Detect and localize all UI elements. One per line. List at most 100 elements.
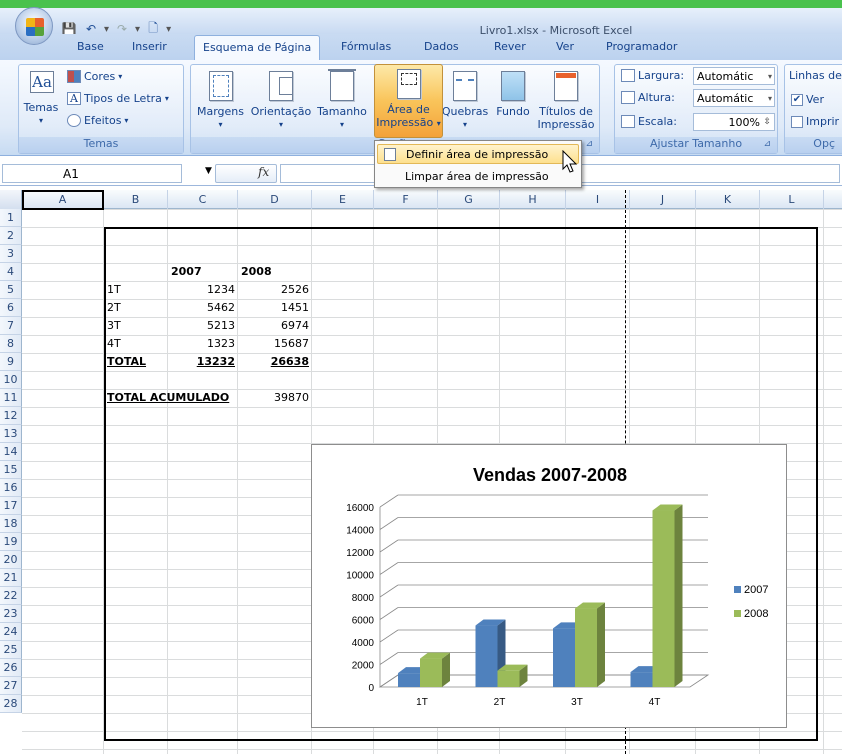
row-header-7[interactable]: 7 <box>0 317 22 335</box>
cell-c9[interactable]: 13232 <box>168 353 238 371</box>
x-tick-label: 2T <box>494 697 506 708</box>
selected-cell-a1[interactable] <box>22 190 104 210</box>
column-header-f[interactable]: F <box>374 190 438 209</box>
cell-b9[interactable]: TOTAL <box>104 353 168 371</box>
cell-d11[interactable]: 39870 <box>238 389 312 407</box>
cell-c5[interactable]: 1234 <box>168 281 238 299</box>
insert-function-icon[interactable]: fx <box>258 165 269 179</box>
row-header-24[interactable]: 24 <box>0 623 22 641</box>
cell-c4[interactable]: 2007 <box>168 263 238 281</box>
cell-b7[interactable]: 3T <box>104 317 168 335</box>
largura-select[interactable]: Automátic ▾ <box>693 67 775 85</box>
altura-select[interactable]: Automátic ▾ <box>693 89 775 107</box>
legend-swatch-2008 <box>734 610 741 617</box>
checkbox-unchecked-icon <box>791 115 803 128</box>
tab-base[interactable]: Base <box>77 40 104 53</box>
titulos-de-impressao-button[interactable]: Títulos de Impressão <box>535 69 597 131</box>
cell-d9[interactable]: 26638 <box>238 353 312 371</box>
cell-c7[interactable]: 5213 <box>168 317 238 335</box>
cell-b6[interactable]: 2T <box>104 299 168 317</box>
escala-stepper[interactable]: 100% ⇳ <box>693 113 775 131</box>
name-box[interactable]: A1 <box>2 164 182 183</box>
row-header-12[interactable]: 12 <box>0 407 22 425</box>
column-header-i[interactable]: I <box>566 190 630 209</box>
row-header-22[interactable]: 22 <box>0 587 22 605</box>
row-header-21[interactable]: 21 <box>0 569 22 587</box>
row-header-17[interactable]: 17 <box>0 497 22 515</box>
row-header-1[interactable]: 1 <box>0 209 22 227</box>
name-box-dropdown-icon[interactable]: ▼ <box>205 166 212 176</box>
select-all-corner[interactable] <box>0 190 22 209</box>
temas-button[interactable]: Aa Temas ▾ <box>21 69 61 127</box>
cell-b8[interactable]: 4T <box>104 335 168 353</box>
ribbon-tabs: Base Inserir Esquema de Página Fórmulas … <box>0 34 842 61</box>
cell-c8[interactable]: 1323 <box>168 335 238 353</box>
row-header-18[interactable]: 18 <box>0 515 22 533</box>
row-header-9[interactable]: 9 <box>0 353 22 371</box>
row-header-26[interactable]: 26 <box>0 659 22 677</box>
tab-ver[interactable]: Ver <box>556 40 574 53</box>
tab-esquema-de-pagina[interactable]: Esquema de Página <box>194 35 321 61</box>
menu-item-limpar-area[interactable]: Limpar área de impressão <box>377 166 579 186</box>
column-header-c[interactable]: C <box>168 190 238 209</box>
quebras-button[interactable]: Quebras ▾ <box>439 69 491 131</box>
cell-d7[interactable]: 6974 <box>238 317 312 335</box>
office-button[interactable] <box>15 7 53 45</box>
row-header-16[interactable]: 16 <box>0 479 22 497</box>
column-header-k[interactable]: K <box>696 190 760 209</box>
column-header-h[interactable]: H <box>500 190 566 209</box>
row-header-14[interactable]: 14 <box>0 443 22 461</box>
y-tick-label: 4000 <box>352 638 375 649</box>
cell-b5[interactable]: 1T <box>104 281 168 299</box>
tab-dados[interactable]: Dados <box>424 40 459 53</box>
chart[interactable]: Vendas 2007-2008 0 2000 4000 6000 8000 10000 12… <box>311 444 787 728</box>
tab-formulas[interactable]: Fórmulas <box>341 40 391 53</box>
column-header-d[interactable]: D <box>238 190 312 209</box>
column-header-e[interactable]: E <box>312 190 374 209</box>
row-header-10[interactable]: 10 <box>0 371 22 389</box>
row-header-6[interactable]: 6 <box>0 299 22 317</box>
area-de-impressao-button[interactable]: Área de Impressão ▾ <box>374 64 443 138</box>
column-header-g[interactable]: G <box>438 190 500 209</box>
cell-d5[interactable]: 2526 <box>238 281 312 299</box>
row-header-8[interactable]: 8 <box>0 335 22 353</box>
ver-checkbox[interactable]: ✔ Ver <box>791 93 824 106</box>
tab-rever[interactable]: Rever <box>494 40 526 53</box>
row-header-27[interactable]: 27 <box>0 677 22 695</box>
tab-inserir[interactable]: Inserir <box>132 40 167 53</box>
cell-d8[interactable]: 15687 <box>238 335 312 353</box>
cell-c6[interactable]: 5462 <box>168 299 238 317</box>
column-header-l[interactable]: L <box>760 190 824 209</box>
row-header-28[interactable]: 28 <box>0 695 22 713</box>
dialog-launcher-icon[interactable]: ⊿ <box>585 139 593 149</box>
row-header-4[interactable]: 4 <box>0 263 22 281</box>
row-header-13[interactable]: 13 <box>0 425 22 443</box>
imprimir-checkbox[interactable]: Imprir <box>791 115 839 128</box>
dialog-launcher-icon[interactable]: ⊿ <box>763 139 771 149</box>
bar-2007-4T <box>630 672 653 687</box>
efeitos-button[interactable]: Efeitos ▾ <box>67 114 128 127</box>
menu-item-definir-area[interactable]: Definir área de impressão <box>377 144 579 164</box>
row-header-5[interactable]: 5 <box>0 281 22 299</box>
row-header-20[interactable]: 20 <box>0 551 22 569</box>
row-header-23[interactable]: 23 <box>0 605 22 623</box>
tipos-de-letra-button[interactable]: A Tipos de Letra ▾ <box>67 92 169 105</box>
fundo-button[interactable]: Fundo <box>491 69 535 118</box>
cores-button[interactable]: Cores ▾ <box>67 70 122 83</box>
cell-d6[interactable]: 1451 <box>238 299 312 317</box>
orientacao-button[interactable]: Orientação ▾ <box>248 69 314 131</box>
row-header-2[interactable]: 2 <box>0 227 22 245</box>
grid-vline <box>823 209 824 754</box>
row-header-11[interactable]: 11 <box>0 389 22 407</box>
row-header-25[interactable]: 25 <box>0 641 22 659</box>
row-header-3[interactable]: 3 <box>0 245 22 263</box>
cell-d4[interactable]: 2008 <box>238 263 312 281</box>
column-header-j[interactable]: J <box>630 190 696 209</box>
tamanho-button[interactable]: Tamanho ▾ <box>314 69 370 131</box>
row-header-15[interactable]: 15 <box>0 461 22 479</box>
row-header-19[interactable]: 19 <box>0 533 22 551</box>
fonts-icon: A <box>67 92 81 105</box>
column-header-b[interactable]: B <box>104 190 168 209</box>
tab-programador[interactable]: Programador <box>606 40 677 53</box>
margens-button[interactable]: Margens ▾ <box>193 69 248 131</box>
